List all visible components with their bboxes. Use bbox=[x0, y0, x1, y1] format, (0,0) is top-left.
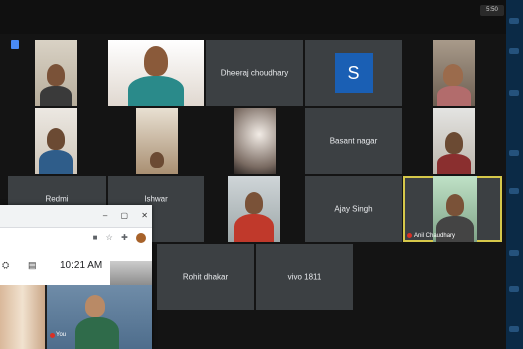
toolbar-icons: ■ ☆ ✚ bbox=[87, 233, 146, 243]
participants-icon[interactable]: ⛭ bbox=[2, 260, 9, 271]
time-chip: 5:50 bbox=[480, 5, 504, 16]
participant-name: vivo 1811 bbox=[287, 272, 322, 282]
browser-window: – ▢ ✕ ■ ☆ ✚ ⛭ ▤ 10:21 AM You bbox=[0, 205, 152, 349]
self-label: You bbox=[56, 332, 67, 338]
participant-name: Dheeraj choudhary bbox=[220, 68, 289, 78]
participant-name: Redmi bbox=[45, 194, 69, 204]
self-video[interactable] bbox=[47, 285, 152, 349]
participant-tile[interactable]: Rohit dhakar bbox=[157, 244, 254, 310]
participant-avatar: S bbox=[334, 53, 373, 93]
top-bar: 5:50 bbox=[0, 0, 506, 34]
extension-icon[interactable]: ✚ bbox=[121, 233, 128, 242]
participant-tile[interactable] bbox=[433, 40, 475, 106]
participant-name: Ishwar bbox=[144, 194, 168, 204]
participant-tile[interactable] bbox=[228, 176, 280, 242]
address-bar[interactable]: ■ ☆ ✚ bbox=[0, 227, 152, 249]
camera-icon[interactable]: ■ bbox=[93, 233, 98, 242]
participant-tile[interactable]: Ajay Singh bbox=[305, 176, 402, 242]
background-curtain bbox=[0, 285, 45, 349]
participant-tile[interactable] bbox=[35, 108, 77, 174]
participant-tile[interactable]: Dheeraj choudhary bbox=[206, 40, 303, 106]
chat-icon[interactable]: ▤ bbox=[28, 260, 37, 271]
muted-mic-icon bbox=[407, 233, 412, 238]
participant-name: Basant nagar bbox=[329, 136, 378, 146]
participant-tile[interactable]: vivo 1811 bbox=[256, 244, 353, 310]
desktop-edge bbox=[506, 0, 523, 349]
participant-tile[interactable]: S bbox=[305, 40, 402, 106]
star-icon[interactable]: ☆ bbox=[106, 233, 113, 242]
participant-tile[interactable] bbox=[108, 40, 204, 106]
participant-name: Ajay Singh bbox=[334, 204, 373, 214]
participant-tile[interactable] bbox=[136, 108, 178, 174]
window-controls: – ▢ ✕ bbox=[92, 211, 148, 220]
close-button[interactable]: ✕ bbox=[141, 211, 148, 220]
pinned-thumbnail[interactable] bbox=[110, 261, 152, 287]
participant-name: Rohit dhakar bbox=[182, 272, 229, 282]
profile-avatar[interactable] bbox=[136, 233, 146, 243]
muted-mic-icon bbox=[50, 333, 55, 338]
participant-tile[interactable] bbox=[234, 108, 276, 174]
screen-share-icon[interactable] bbox=[11, 40, 19, 49]
meeting-clock: 10:21 AM bbox=[60, 260, 103, 271]
participant-tile[interactable]: Basant nagar bbox=[305, 108, 402, 174]
participant-name: Anil Chaudhary bbox=[414, 233, 456, 239]
participant-tile[interactable] bbox=[433, 108, 475, 174]
participant-tile-active-speaker[interactable]: Anil Chaudhary bbox=[403, 176, 502, 242]
maximize-button[interactable]: ▢ bbox=[121, 211, 129, 220]
minimize-button[interactable]: – bbox=[103, 211, 107, 220]
participant-tile[interactable] bbox=[35, 40, 77, 106]
